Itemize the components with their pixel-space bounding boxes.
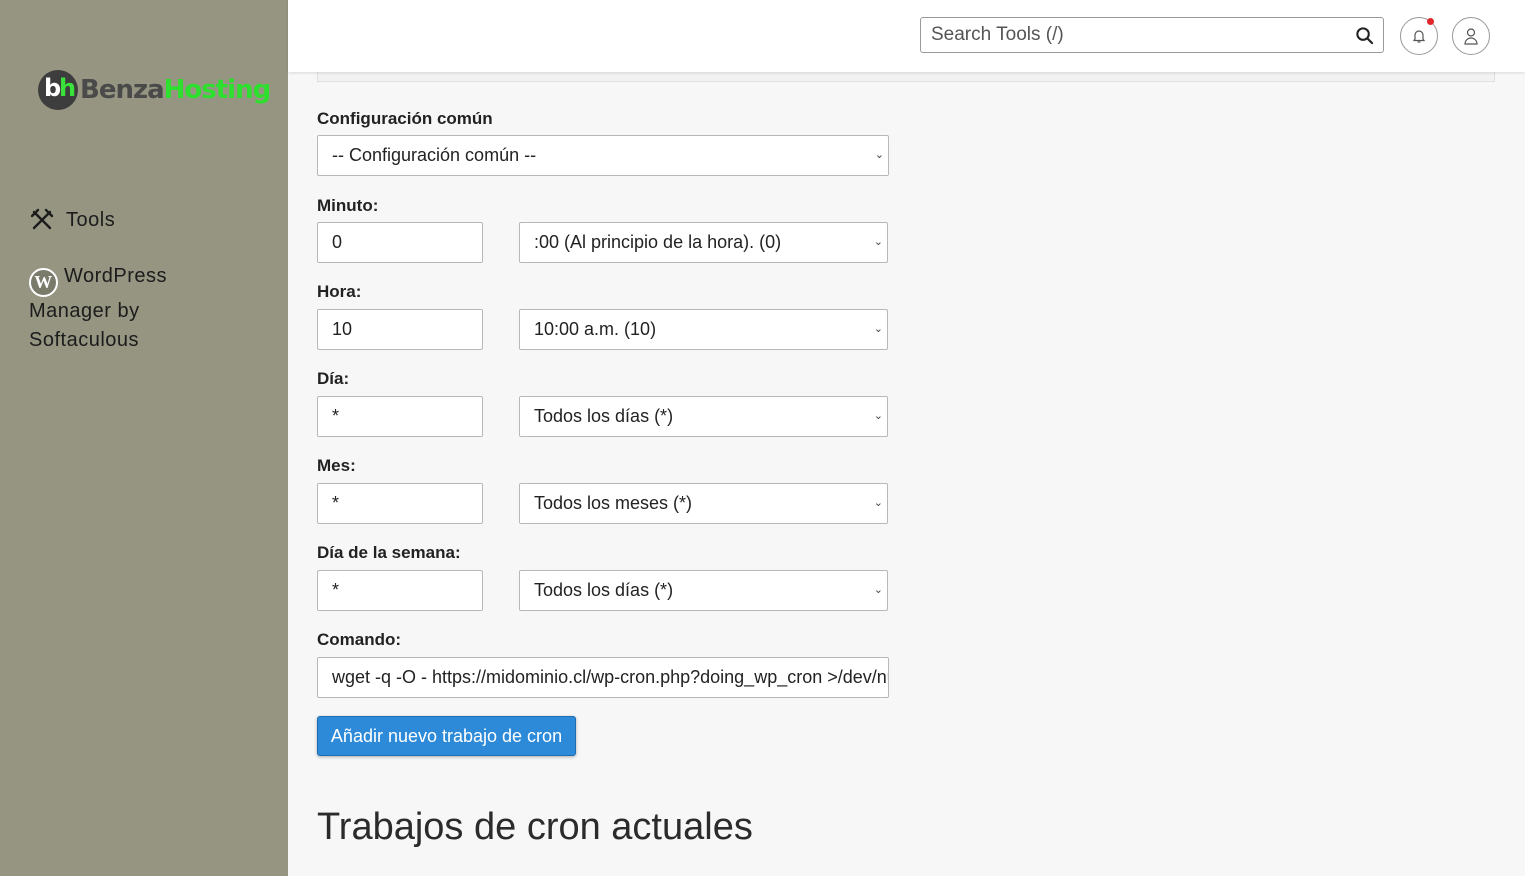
- common-settings-label: Configuración común: [317, 109, 493, 128]
- chevron-down-icon: ⌄: [873, 323, 883, 335]
- minute-label: Minuto:: [317, 196, 379, 215]
- sidebar-item-tools[interactable]: Tools: [30, 208, 115, 232]
- search-icon[interactable]: [1355, 26, 1374, 45]
- sidebar-item-wordpress-manager[interactable]: W WordPress Manager by Softaculous: [29, 262, 229, 355]
- logo-wordmark: BenzaHosting: [80, 75, 272, 105]
- chevron-down-icon: ⌄: [873, 236, 883, 248]
- tools-icon: [30, 208, 54, 230]
- day-label: Día:: [317, 369, 350, 388]
- minute-input[interactable]: 0: [317, 222, 483, 263]
- weekday-select-value: Todos los días (*): [534, 580, 674, 600]
- common-settings-value: -- Configuración común --: [332, 145, 537, 165]
- day-select-value: Todos los días (*): [534, 406, 674, 426]
- weekday-input[interactable]: *: [317, 570, 483, 611]
- sidebar: b h BenzaHosting Tools W WordPress Manage…: [0, 0, 288, 876]
- common-settings-select[interactable]: -- Configuración común -- ⌄: [317, 135, 889, 176]
- notification-dot: [1427, 18, 1434, 25]
- current-cron-jobs-heading: Trabajos de cron actuales: [317, 806, 753, 848]
- brand-logo[interactable]: b h BenzaHosting: [38, 70, 272, 110]
- hour-select-value: 10:00 a.m. (10): [534, 319, 657, 339]
- bell-icon: [1412, 30, 1426, 43]
- command-label: Comando:: [317, 630, 402, 649]
- hour-label: Hora:: [317, 282, 362, 301]
- logo-mark-h: h: [59, 74, 77, 102]
- minute-select[interactable]: :00 (Al principio de la hora). (0) ⌄: [519, 222, 888, 263]
- weekday-label: Día de la semana:: [317, 543, 461, 562]
- month-select[interactable]: Todos los meses (*) ⌄: [519, 483, 888, 524]
- logo-mark-icon: b h: [38, 70, 78, 110]
- add-cron-job-button[interactable]: Añadir nuevo trabajo de cron: [317, 716, 576, 756]
- weekday-select[interactable]: Todos los días (*) ⌄: [519, 570, 888, 611]
- chevron-down-icon: ⌄: [873, 584, 883, 596]
- chevron-down-icon: ⌄: [873, 410, 883, 422]
- command-input[interactable]: wget -q -O - https://midominio.cl/wp-cro…: [317, 657, 889, 698]
- day-select[interactable]: Todos los días (*) ⌄: [519, 396, 888, 437]
- search-box: [920, 17, 1384, 53]
- month-label: Mes:: [317, 456, 356, 475]
- logo-word-benza: Benza: [80, 75, 165, 105]
- minute-select-value: :00 (Al principio de la hora). (0): [534, 232, 782, 252]
- search-input[interactable]: [921, 18, 1361, 52]
- sidebar-item-tools-label: Tools: [66, 208, 116, 231]
- user-icon: [1464, 28, 1478, 45]
- month-input[interactable]: *: [317, 483, 483, 524]
- notifications-button[interactable]: [1400, 17, 1438, 55]
- day-input[interactable]: *: [317, 396, 483, 437]
- logo-word-hosting: Hosting: [163, 75, 272, 105]
- top-bar: [288, 0, 1525, 72]
- hour-input[interactable]: 10: [317, 309, 483, 350]
- month-select-value: Todos los meses (*): [534, 493, 693, 513]
- wordpress-icon: W: [29, 268, 58, 297]
- user-menu-button[interactable]: [1452, 17, 1490, 55]
- chevron-down-icon: ⌄: [874, 149, 884, 161]
- hour-select[interactable]: 10:00 a.m. (10) ⌄: [519, 309, 888, 350]
- chevron-down-icon: ⌄: [873, 497, 883, 509]
